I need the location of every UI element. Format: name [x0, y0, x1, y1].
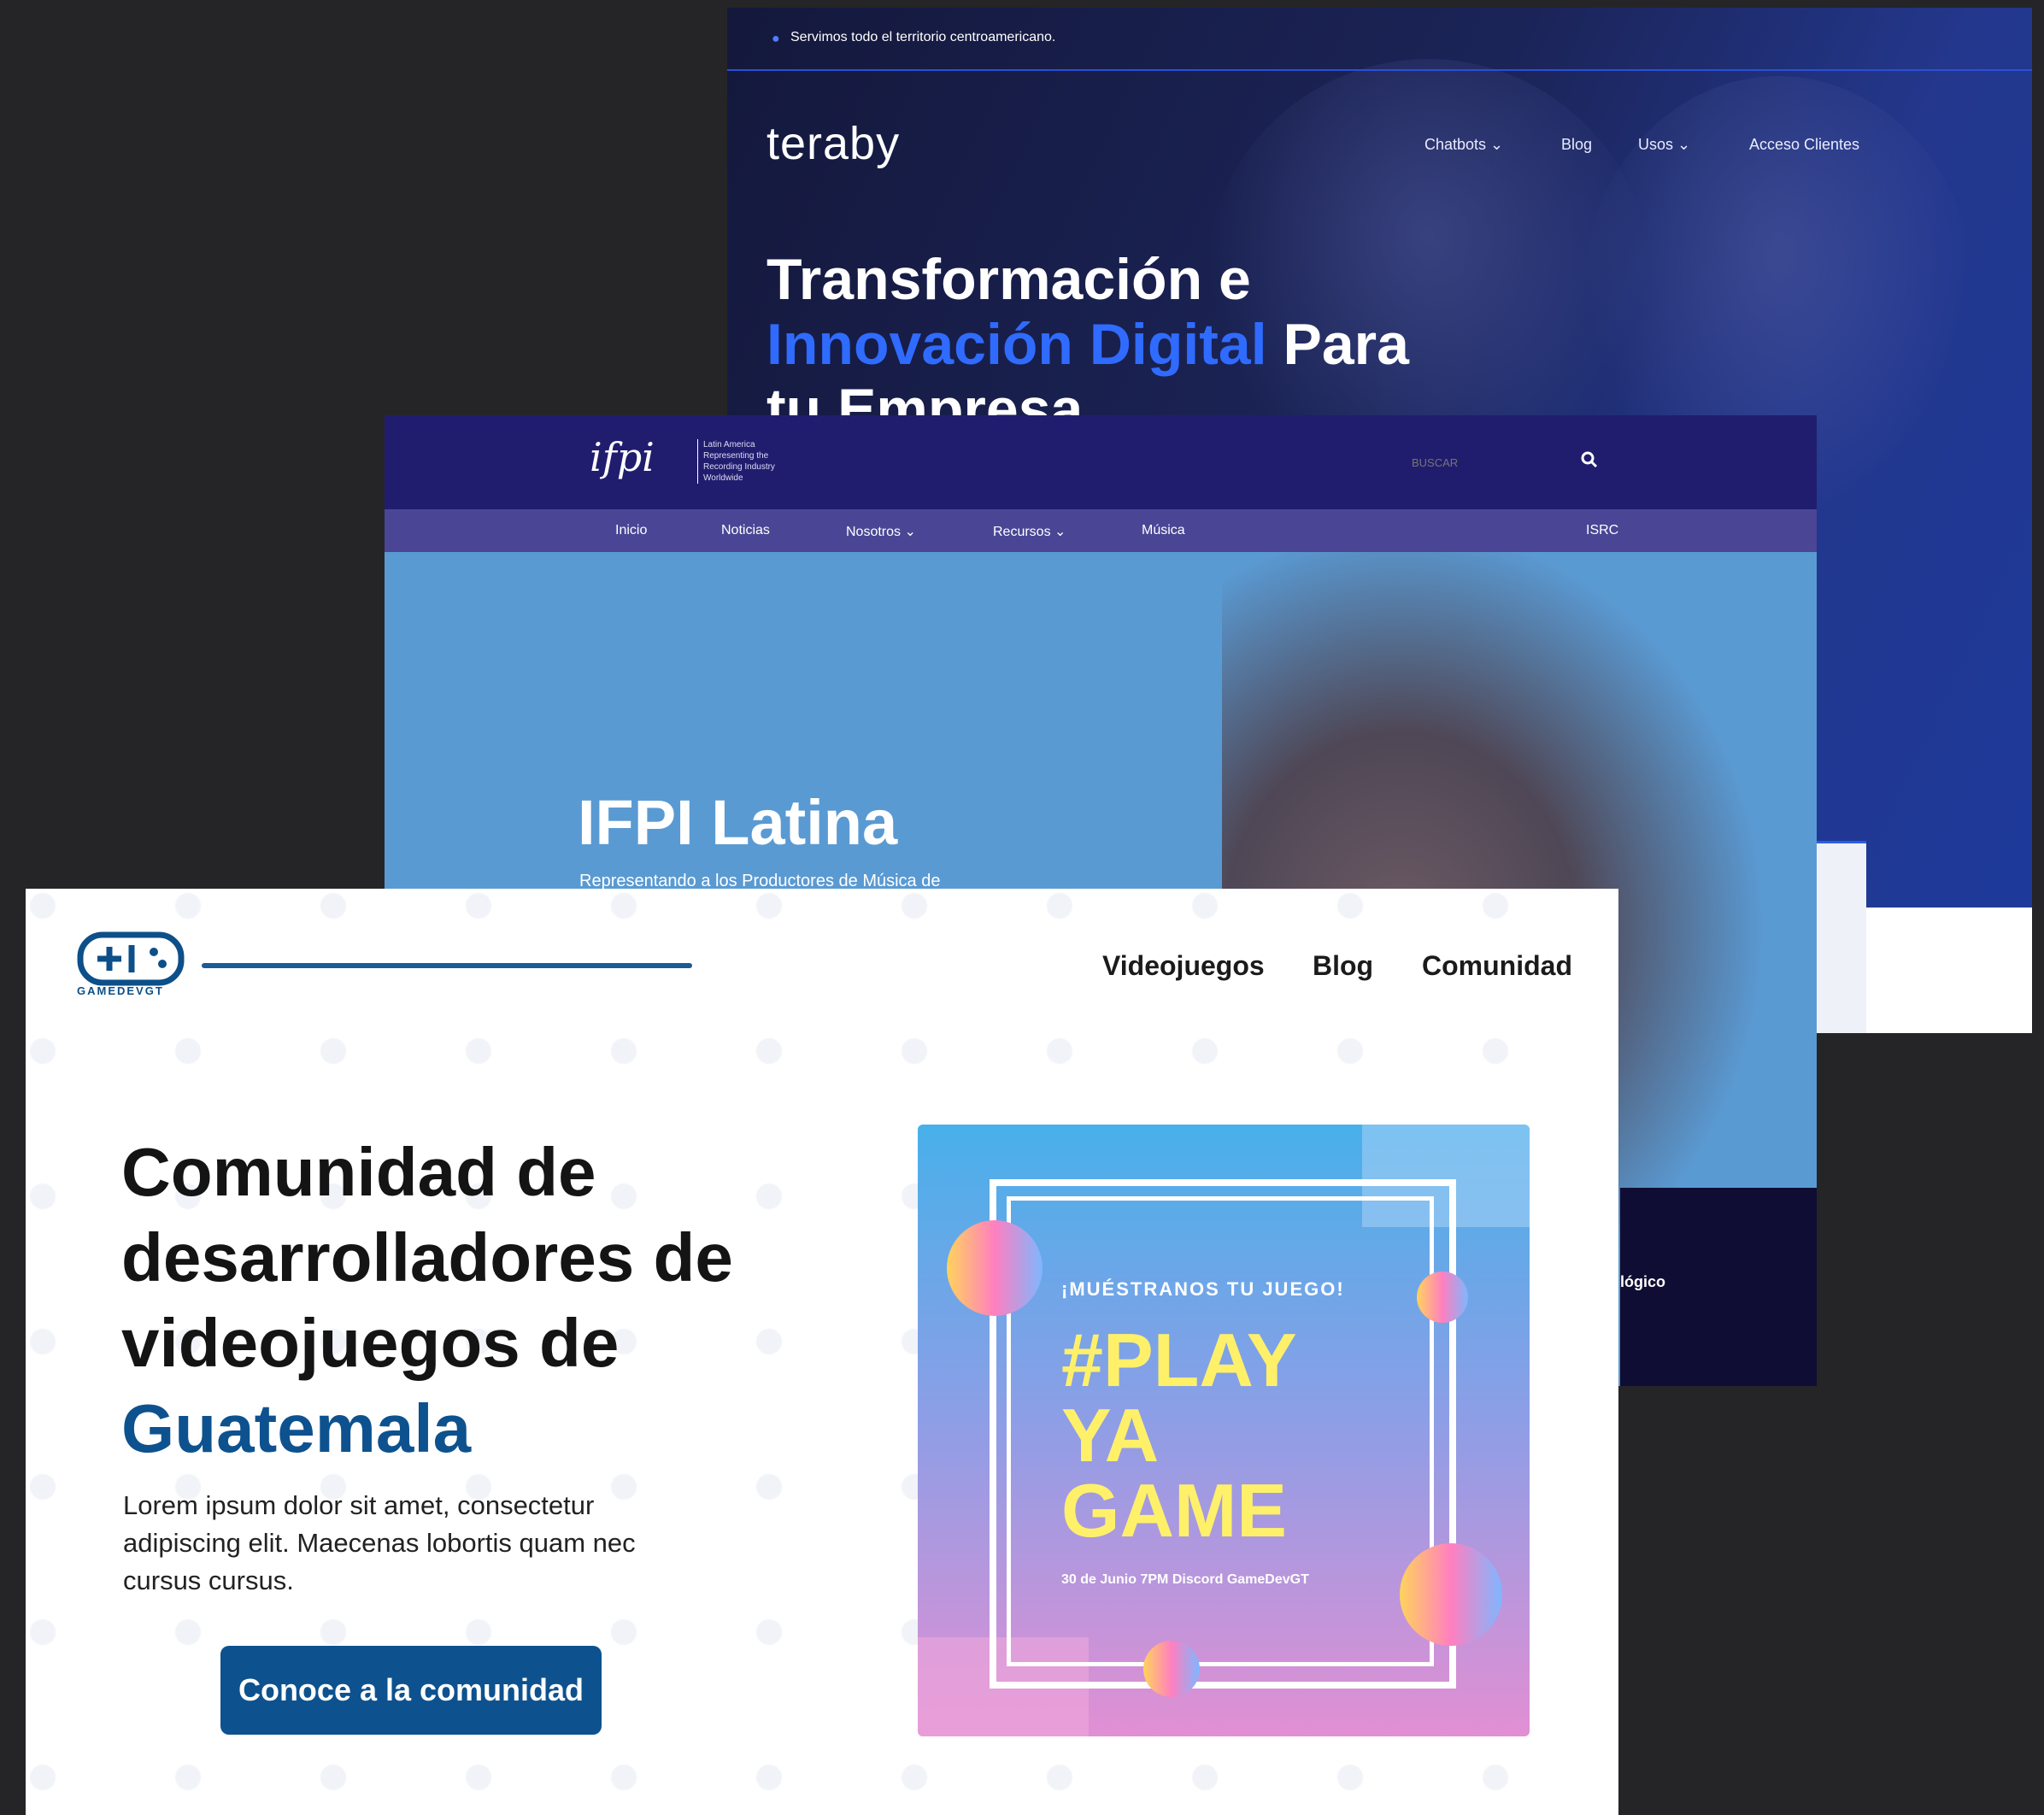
poster-tagline: ¡MUÉSTRANOS TU JUEGO! — [1061, 1278, 1345, 1300]
nav-recursos[interactable]: Recursos ⌄ — [993, 523, 1066, 540]
nav-noticias[interactable]: Noticias — [721, 523, 770, 538]
nav-acceso-clientes[interactable]: Acceso Clientes — [1749, 136, 1859, 154]
poster-event-details: 30 de Junio 7PM Discord GameDevGT — [1061, 1572, 1309, 1587]
nav-musica[interactable]: Música — [1142, 523, 1185, 538]
teraby-topbar: ● Servimos todo el territorio centroamer… — [727, 8, 2032, 71]
dark-section-text: lógico — [1620, 1273, 1665, 1290]
poster-headline-line-1: #PLAY — [1061, 1318, 1297, 1402]
ifpi-logo-subtitle: Latin America Representing the Recording… — [697, 439, 790, 484]
ifpi-hero-title: IFPI Latina — [578, 787, 898, 858]
nav-isrc[interactable]: ISRC — [1586, 523, 1618, 538]
nav-blog[interactable]: Blog — [1561, 136, 1592, 154]
ifpi-nav: Inicio Noticias Nosotros ⌄ Recursos ⌄ Mú… — [385, 509, 1817, 552]
ifpi-logo[interactable]: ifpi — [590, 434, 655, 480]
title-line-3: videojuegos de — [121, 1305, 620, 1381]
header-divider — [202, 963, 692, 968]
title-line-2: desarrolladores de — [121, 1219, 733, 1295]
ifpi-dark-section: lógico — [1620, 1188, 1817, 1386]
title-line-1: Comunidad de — [121, 1134, 596, 1210]
community-cta-button[interactable]: Conoce a la comunidad — [220, 1646, 602, 1735]
ifpi-header: ifpi Latin America Representing the Reco… — [385, 415, 1817, 509]
poster-headline-line-2: YA — [1061, 1393, 1160, 1477]
nav-usos[interactable]: Usos ⌄ — [1638, 136, 1690, 154]
topbar-text: Servimos todo el territorio centroameric… — [790, 30, 1056, 44]
event-poster[interactable]: ¡MUÉSTRANOS TU JUEGO! #PLAY YA GAME 30 d… — [918, 1125, 1530, 1736]
teraby-logo[interactable]: teraby — [766, 117, 900, 170]
poster-headline: #PLAY YA GAME — [1061, 1323, 1297, 1548]
teraby-hero-title: Transformación e Innovación Digital Para… — [766, 247, 1409, 442]
nav-blog[interactable]: Blog — [1313, 950, 1373, 982]
title-accent: Guatemala — [121, 1390, 472, 1466]
logo-wordmark: GAMEDEVGT — [77, 984, 164, 997]
nav-inicio[interactable]: Inicio — [615, 523, 647, 538]
poster-orb — [1143, 1641, 1200, 1697]
hero-accent: Innovación Digital — [766, 312, 1267, 377]
poster-headline-line-3: GAME — [1061, 1468, 1287, 1553]
nav-nosotros[interactable]: Nosotros ⌄ — [846, 523, 916, 540]
nav-chatbots[interactable]: Chatbots ⌄ — [1424, 136, 1503, 154]
hero-after-accent: Para — [1266, 312, 1409, 377]
location-pin-icon: ● — [772, 32, 780, 46]
page-title: Comunidad de desarrolladores de videojue… — [121, 1130, 856, 1471]
hero-line-2: Innovación Digital Para — [766, 312, 1409, 377]
poster-orb — [947, 1220, 1043, 1316]
poster-orb — [1417, 1272, 1468, 1323]
nav-videojuegos[interactable]: Videojuegos — [1102, 950, 1265, 982]
nav-comunidad[interactable]: Comunidad — [1422, 950, 1572, 982]
search-icon[interactable] — [1579, 449, 1600, 470]
page-description: Lorem ipsum dolor sit amet, consectetur … — [123, 1490, 636, 1595]
search-input[interactable] — [1410, 449, 1550, 475]
gamedev-screenshot: GAMEDEVGT Videojuegos Blog Comunidad Com… — [26, 889, 1618, 1815]
poster-orb — [1400, 1543, 1502, 1646]
hero-line-1: Transformación e — [766, 247, 1251, 312]
